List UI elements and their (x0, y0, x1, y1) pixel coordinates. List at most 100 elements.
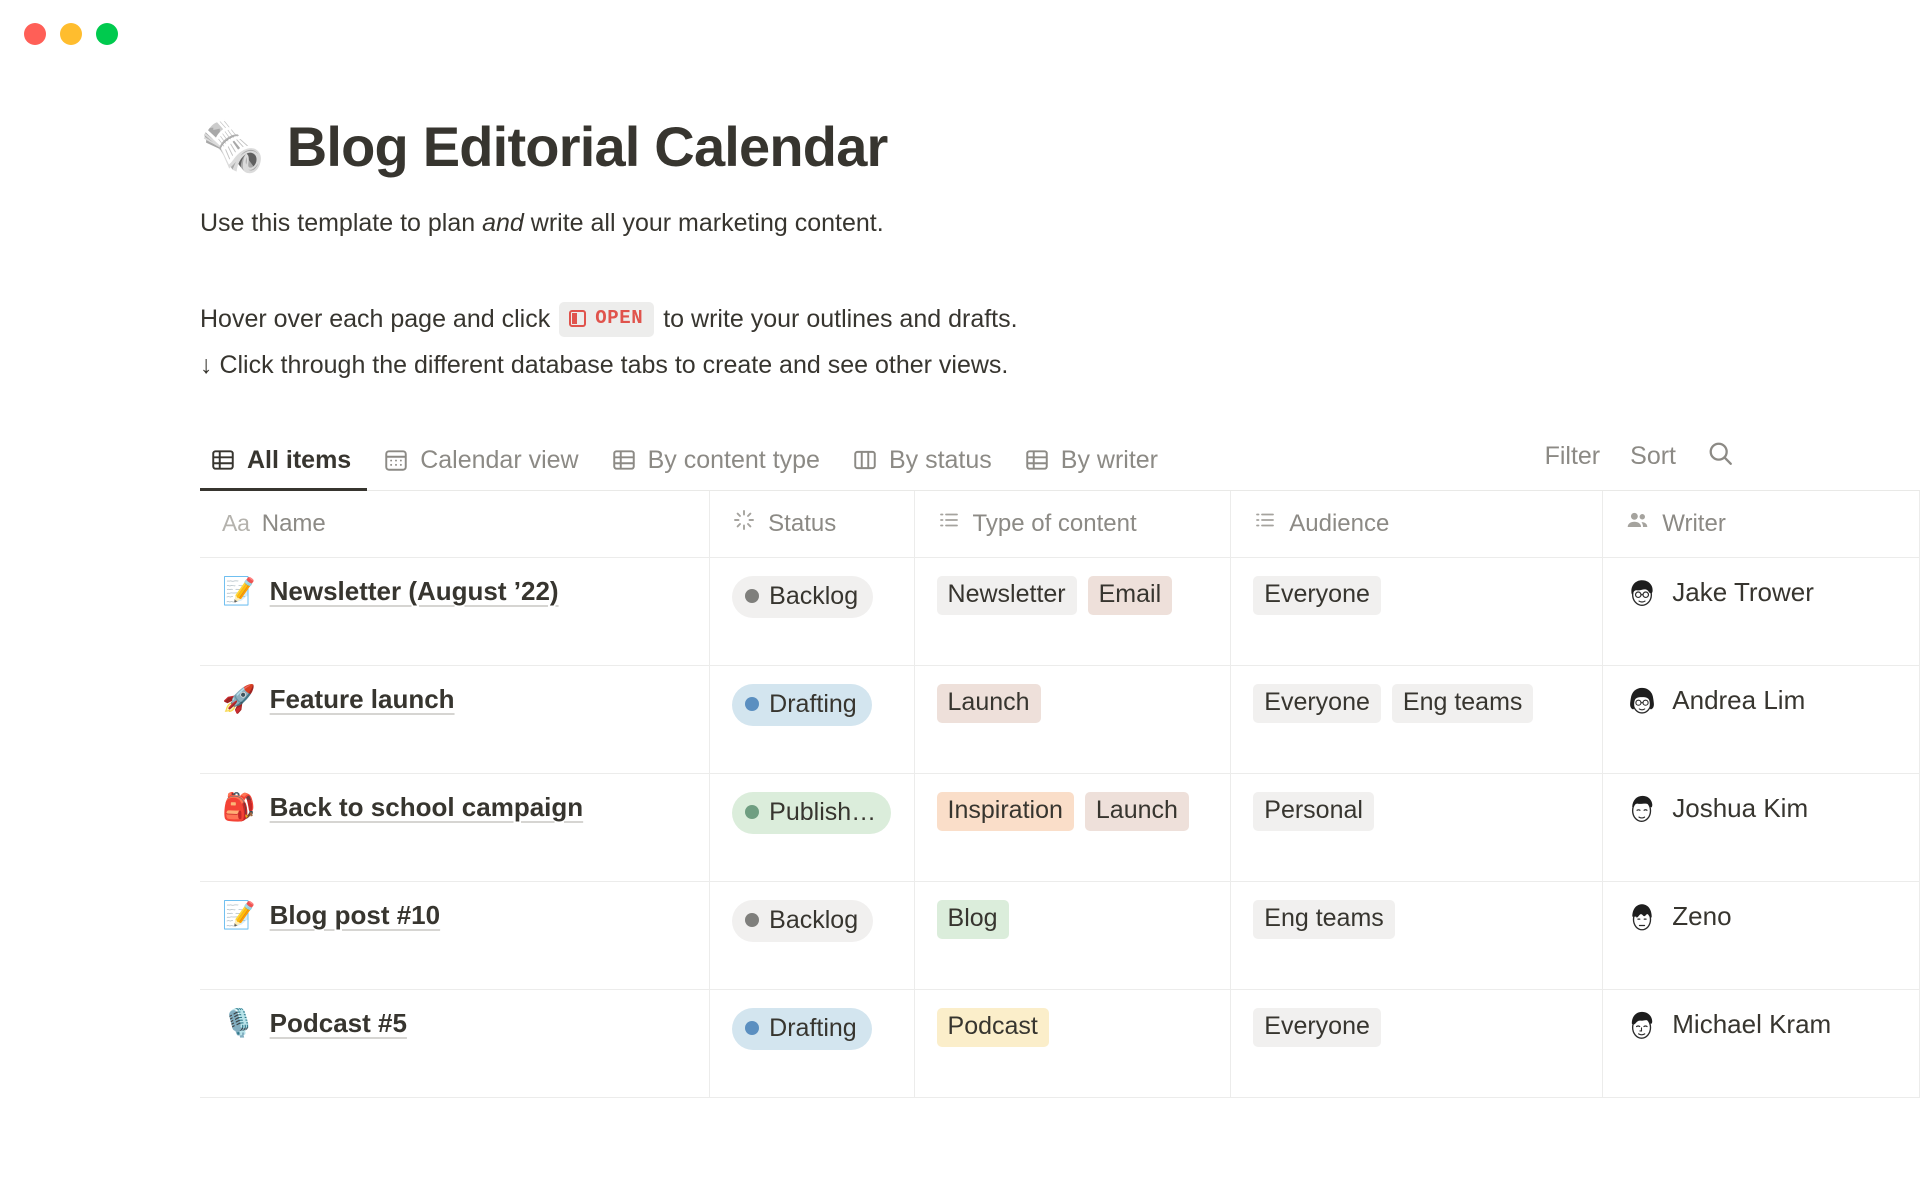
database-table: Aa Name Status Type of content Audience … (200, 490, 1920, 1098)
status-label: Backlog (769, 581, 859, 610)
window-zoom-button[interactable] (96, 23, 118, 45)
column-header-type-of-content[interactable]: Type of content (915, 490, 1232, 557)
cell-type-of-content[interactable]: Launch (915, 665, 1232, 773)
page-content: 🗞️ Blog Editorial Calendar Use this temp… (0, 114, 1920, 1098)
tag-chip: Everyone (1253, 1007, 1381, 1047)
tag-chip: Podcast (936, 1007, 1049, 1047)
sort-button[interactable]: Sort (1630, 442, 1676, 471)
row-title-link[interactable]: Feature launch (270, 684, 455, 715)
status-dot-icon (745, 805, 760, 820)
row-title-link[interactable]: Blog post #10 (270, 900, 440, 931)
window-minimize-button[interactable] (60, 23, 82, 45)
page-title: Blog Editorial Calendar (286, 115, 889, 178)
cell-status[interactable]: Backlog (710, 881, 915, 989)
cell-status[interactable]: Drafting (710, 665, 915, 773)
cell-type-of-content[interactable]: Inspiration Launch (915, 773, 1232, 881)
database-view-tabbar: All items Calendar view By content type … (200, 439, 1920, 491)
howto-line-2-text: ↓ Click through the different database t… (200, 350, 1009, 379)
status-dot-icon (745, 913, 760, 928)
cell-name[interactable]: 🎙️ Podcast #5 (200, 989, 711, 1097)
table-row[interactable]: 🎒 Back to school campaign Publish… Inspirat… (200, 773, 1920, 882)
cell-status[interactable]: Publish… (710, 773, 915, 881)
cell-type-of-content[interactable]: Newsletter Email (915, 557, 1232, 665)
table-row[interactable]: 🚀 Feature launch Drafting Launch Everyone Eng… (200, 665, 1920, 774)
filter-button[interactable]: Filter (1545, 442, 1601, 471)
cell-type-of-content[interactable]: Podcast (915, 989, 1232, 1097)
open-page-icon (569, 310, 587, 328)
column-header-writer-label: Writer (1662, 509, 1726, 537)
cell-writer[interactable]: Zeno (1603, 881, 1920, 989)
table-header: Aa Name Status Type of content Audience … (200, 490, 1920, 558)
status-dot-icon (745, 589, 760, 604)
cell-writer[interactable]: Michael Kram (1603, 989, 1920, 1097)
tab-calendar-view[interactable]: Calendar view (367, 440, 594, 490)
status-badge: Drafting (732, 683, 872, 726)
avatar (1625, 899, 1660, 934)
howto-block: Hover over each page and click OPEN to w… (200, 301, 1920, 383)
tag-chip: Newsletter (936, 575, 1077, 615)
people-icon (1625, 508, 1650, 540)
page-header: 🗞️ Blog Editorial Calendar (200, 114, 1920, 179)
tab-calendar-view-label: Calendar view (420, 445, 579, 474)
writer-name: Zeno (1672, 901, 1732, 932)
avatar (1625, 575, 1660, 610)
status-spinner-icon (732, 508, 756, 539)
cell-audience[interactable]: Eng teams (1231, 881, 1604, 989)
title-aa-icon: Aa (222, 510, 250, 537)
view-toolbar: Filter Sort (1545, 439, 1920, 490)
cell-name[interactable]: 🚀 Feature launch (200, 665, 711, 773)
search-icon[interactable] (1706, 439, 1735, 475)
window-titlebar (0, 0, 1920, 68)
tab-by-status[interactable]: By status (836, 440, 1008, 490)
cell-audience[interactable]: Everyone (1231, 557, 1604, 665)
cell-status[interactable]: Backlog (710, 557, 915, 665)
tag-chip: Personal (1253, 791, 1374, 831)
board-icon (852, 447, 878, 473)
tab-by-content-type[interactable]: By content type (595, 440, 836, 490)
window-close-button[interactable] (24, 23, 46, 45)
table-row[interactable]: 📝 Newsletter (August ’22) Backlog Newslette… (200, 557, 1920, 666)
cell-writer[interactable]: Andrea Lim (1603, 665, 1920, 773)
status-label: Backlog (769, 905, 859, 934)
cell-type-of-content[interactable]: Blog (915, 881, 1232, 989)
cell-audience[interactable]: Everyone (1231, 989, 1604, 1097)
row-title-link[interactable]: Back to school campaign (270, 792, 584, 823)
status-label: Drafting (769, 1013, 857, 1042)
open-badge[interactable]: OPEN (559, 302, 655, 337)
column-header-audience-label: Audience (1289, 509, 1390, 537)
cell-name[interactable]: 📝 Blog post #10 (200, 881, 711, 989)
newspaper-icon: 🗞️ (200, 117, 265, 176)
avatar (1625, 791, 1660, 826)
tab-by-writer[interactable]: By writer (1008, 440, 1174, 490)
avatar (1625, 1007, 1660, 1042)
column-header-name[interactable]: Aa Name (200, 490, 711, 557)
tab-all-items-label: All items (247, 445, 352, 474)
row-emoji-icon: 🎒 (222, 791, 256, 822)
tag-chip: Blog (936, 899, 1009, 939)
tab-by-content-type-label: By content type (647, 445, 820, 474)
cell-name[interactable]: 📝 Newsletter (August ’22) (200, 557, 711, 665)
tag-chip: Everyone (1253, 575, 1381, 615)
column-header-status[interactable]: Status (710, 490, 915, 557)
cell-audience[interactable]: Personal (1231, 773, 1604, 881)
column-header-writer[interactable]: Writer (1603, 490, 1920, 557)
tag-chip: Eng teams (1253, 899, 1395, 939)
table-row[interactable]: 📝 Blog post #10 Backlog Blog Eng teams Zeno (200, 881, 1920, 990)
cell-name[interactable]: 🎒 Back to school campaign (200, 773, 711, 881)
row-title-link[interactable]: Newsletter (August ’22) (270, 576, 559, 607)
tag-chip: Launch (1084, 791, 1189, 831)
row-title-link[interactable]: Podcast #5 (270, 1008, 407, 1039)
tag-chip: Email (1087, 575, 1173, 615)
table-row[interactable]: 🎙️ Podcast #5 Drafting Podcast Everyone Micha… (200, 989, 1920, 1098)
column-header-audience[interactable]: Audience (1231, 490, 1604, 557)
table-icon (611, 447, 637, 473)
writer-name: Michael Kram (1672, 1009, 1832, 1040)
status-label: Publish… (769, 797, 877, 826)
cell-writer[interactable]: Joshua Kim (1603, 773, 1920, 881)
cell-audience[interactable]: Everyone Eng teams (1231, 665, 1604, 773)
cell-status[interactable]: Drafting (710, 989, 915, 1097)
tab-all-items[interactable]: All items (200, 440, 368, 491)
cell-writer[interactable]: Jake Trower (1603, 557, 1920, 665)
status-badge: Publish… (732, 791, 892, 834)
row-emoji-icon: 📝 (222, 899, 256, 930)
